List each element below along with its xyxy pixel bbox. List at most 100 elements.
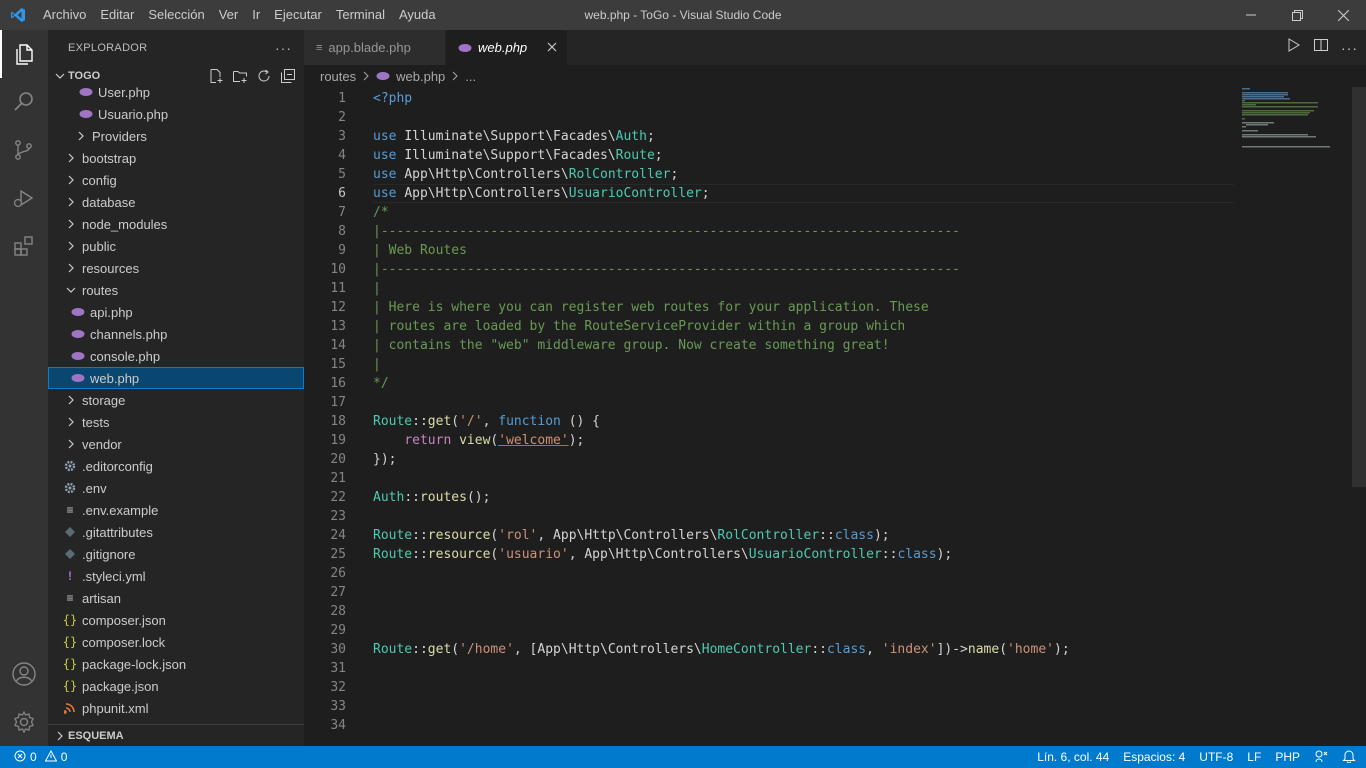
code-line[interactable]: 8 |--------------------------------------… [304, 222, 1234, 241]
minimap[interactable] [1242, 87, 1352, 167]
code-line[interactable]: 1 <?php [304, 89, 1234, 108]
tree-item[interactable]: .gitignore [48, 543, 304, 565]
run-file-icon[interactable] [1285, 37, 1301, 58]
code-line[interactable]: 34 [304, 716, 1234, 735]
code-line[interactable]: 18 Route::get('/', function () { [304, 412, 1234, 431]
new-folder-icon[interactable] [232, 68, 248, 87]
menu-item-7[interactable]: Ayuda [392, 0, 443, 30]
tree-item[interactable]: public [48, 235, 304, 257]
project-section-header[interactable]: TOGO [48, 65, 304, 87]
tree-item[interactable]: vendor [48, 433, 304, 455]
tree-item[interactable]: tests [48, 411, 304, 433]
breadcrumb-file[interactable]: web.php [396, 69, 445, 84]
code-line[interactable]: 4 use Illuminate\Support\Facades\Route; [304, 146, 1234, 165]
code-line[interactable]: 3 use Illuminate\Support\Facades\Auth; [304, 127, 1234, 146]
code-line[interactable]: 16 */ [304, 374, 1234, 393]
breadcrumb-more[interactable]: ... [465, 69, 476, 84]
tree-item[interactable]: bootstrap [48, 147, 304, 169]
code-line[interactable]: 15 | [304, 355, 1234, 374]
tree-item[interactable]: ≡ .env.example [48, 499, 304, 521]
code-line[interactable]: 24 Route::resource('rol', App\Http\Contro… [304, 526, 1234, 545]
menu-item-5[interactable]: Ejecutar [267, 0, 329, 30]
tab-web-php[interactable]: web.php [446, 30, 568, 65]
tree-item[interactable]: resources [48, 257, 304, 279]
feedback-icon[interactable] [1314, 749, 1328, 766]
menu-item-3[interactable]: Ver [212, 0, 246, 30]
menu-item-1[interactable]: Editar [93, 0, 141, 30]
refresh-icon[interactable] [256, 68, 272, 87]
code-line[interactable]: 28 [304, 602, 1234, 621]
tree-item[interactable]: ! .styleci.yml [48, 565, 304, 587]
settings-gear-icon[interactable] [0, 698, 48, 746]
code-line[interactable]: 10 |-------------------------------------… [304, 260, 1234, 279]
code-line[interactable]: 21 [304, 469, 1234, 488]
new-file-icon[interactable] [208, 68, 224, 87]
language-mode[interactable]: PHP [1275, 750, 1300, 764]
code-line[interactable]: 31 [304, 659, 1234, 678]
collapse-all-icon[interactable] [280, 68, 296, 87]
more-actions-icon[interactable]: ··· [275, 40, 292, 56]
menu-item-6[interactable]: Terminal [329, 0, 392, 30]
indentation[interactable]: Espacios: 4 [1123, 750, 1185, 764]
code-line[interactable]: 22 Auth::routes(); [304, 488, 1234, 507]
code-line[interactable]: 5 use App\Http\Controllers\RolController; [304, 165, 1234, 184]
code-line[interactable]: 27 [304, 583, 1234, 602]
code-line[interactable]: 32 [304, 678, 1234, 697]
split-editor-icon[interactable] [1313, 37, 1329, 58]
code-line[interactable]: 29 [304, 621, 1234, 640]
code-line[interactable]: 14 | contains the "web" middleware group.… [304, 336, 1234, 355]
tree-item[interactable]: {} package.json [48, 675, 304, 697]
restore-icon[interactable] [1274, 0, 1320, 30]
search-icon[interactable] [0, 78, 48, 126]
tree-item[interactable]: config [48, 169, 304, 191]
tree-item[interactable]: web.php [48, 367, 304, 389]
tree-item[interactable]: database [48, 191, 304, 213]
tree-item[interactable]: {} composer.json [48, 609, 304, 631]
tree-item[interactable]: {} composer.lock [48, 631, 304, 653]
source-control-icon[interactable] [0, 126, 48, 174]
code-line[interactable]: 13 | routes are loaded by the RouteServic… [304, 317, 1234, 336]
tab-app-blade[interactable]: ≡ app.blade.php [304, 30, 446, 65]
tree-item[interactable]: .editorconfig [48, 455, 304, 477]
tree-item[interactable]: api.php [48, 301, 304, 323]
code-line[interactable]: 12 | Here is where you can register web r… [304, 298, 1234, 317]
account-icon[interactable] [0, 650, 48, 698]
tree-item[interactable]: .gitattributes [48, 521, 304, 543]
code-line[interactable]: 11 | [304, 279, 1234, 298]
code-line[interactable]: 2 [304, 108, 1234, 127]
tree-item[interactable]: console.php [48, 345, 304, 367]
explorer-icon[interactable] [0, 30, 48, 78]
tree-item[interactable]: channels.php [48, 323, 304, 345]
tree-item[interactable]: routes [48, 279, 304, 301]
tree-item[interactable]: phpunit.xml [48, 697, 304, 719]
close-window-icon[interactable] [1320, 0, 1366, 30]
code-line[interactable]: 33 [304, 697, 1234, 716]
run-debug-icon[interactable] [0, 174, 48, 222]
menu-item-0[interactable]: Archivo [36, 0, 93, 30]
more-editor-actions-icon[interactable]: ··· [1341, 40, 1358, 56]
extensions-icon[interactable] [0, 222, 48, 270]
problems-indicator[interactable]: 0 0 [0, 749, 67, 765]
cursor-position[interactable]: Lín. 6, col. 44 [1037, 750, 1109, 764]
vertical-scrollbar[interactable] [1352, 87, 1366, 487]
tree-item[interactable]: Usuario.php [48, 103, 304, 125]
tree-item[interactable]: Providers [48, 125, 304, 147]
code-line[interactable]: 19 return view('welcome'); [304, 431, 1234, 450]
breadcrumb-folder[interactable]: routes [320, 69, 356, 84]
tree-item[interactable]: node_modules [48, 213, 304, 235]
tree-item[interactable]: storage [48, 389, 304, 411]
code-line[interactable]: 20}); [304, 450, 1234, 469]
menu-item-4[interactable]: Ir [245, 0, 267, 30]
tree-item[interactable]: {} package-lock.json [48, 653, 304, 675]
code-editor[interactable]: 1 <?php 2 3 use Illuminate\Support\Facades\A… [304, 87, 1234, 746]
outline-section-header[interactable]: ESQUEMA [48, 724, 304, 746]
encoding[interactable]: UTF-8 [1199, 750, 1233, 764]
menu-item-2[interactable]: Selección [141, 0, 211, 30]
code-line[interactable]: 26 [304, 564, 1234, 583]
code-line[interactable]: 7 /* [304, 203, 1234, 222]
code-line[interactable]: 9 | Web Routes [304, 241, 1234, 260]
code-line[interactable]: 6 use App\Http\Controllers\UsuarioControl… [304, 184, 1234, 203]
minimize-icon[interactable] [1228, 0, 1274, 30]
notifications-bell-icon[interactable] [1342, 749, 1356, 766]
code-line[interactable]: 17 [304, 393, 1234, 412]
